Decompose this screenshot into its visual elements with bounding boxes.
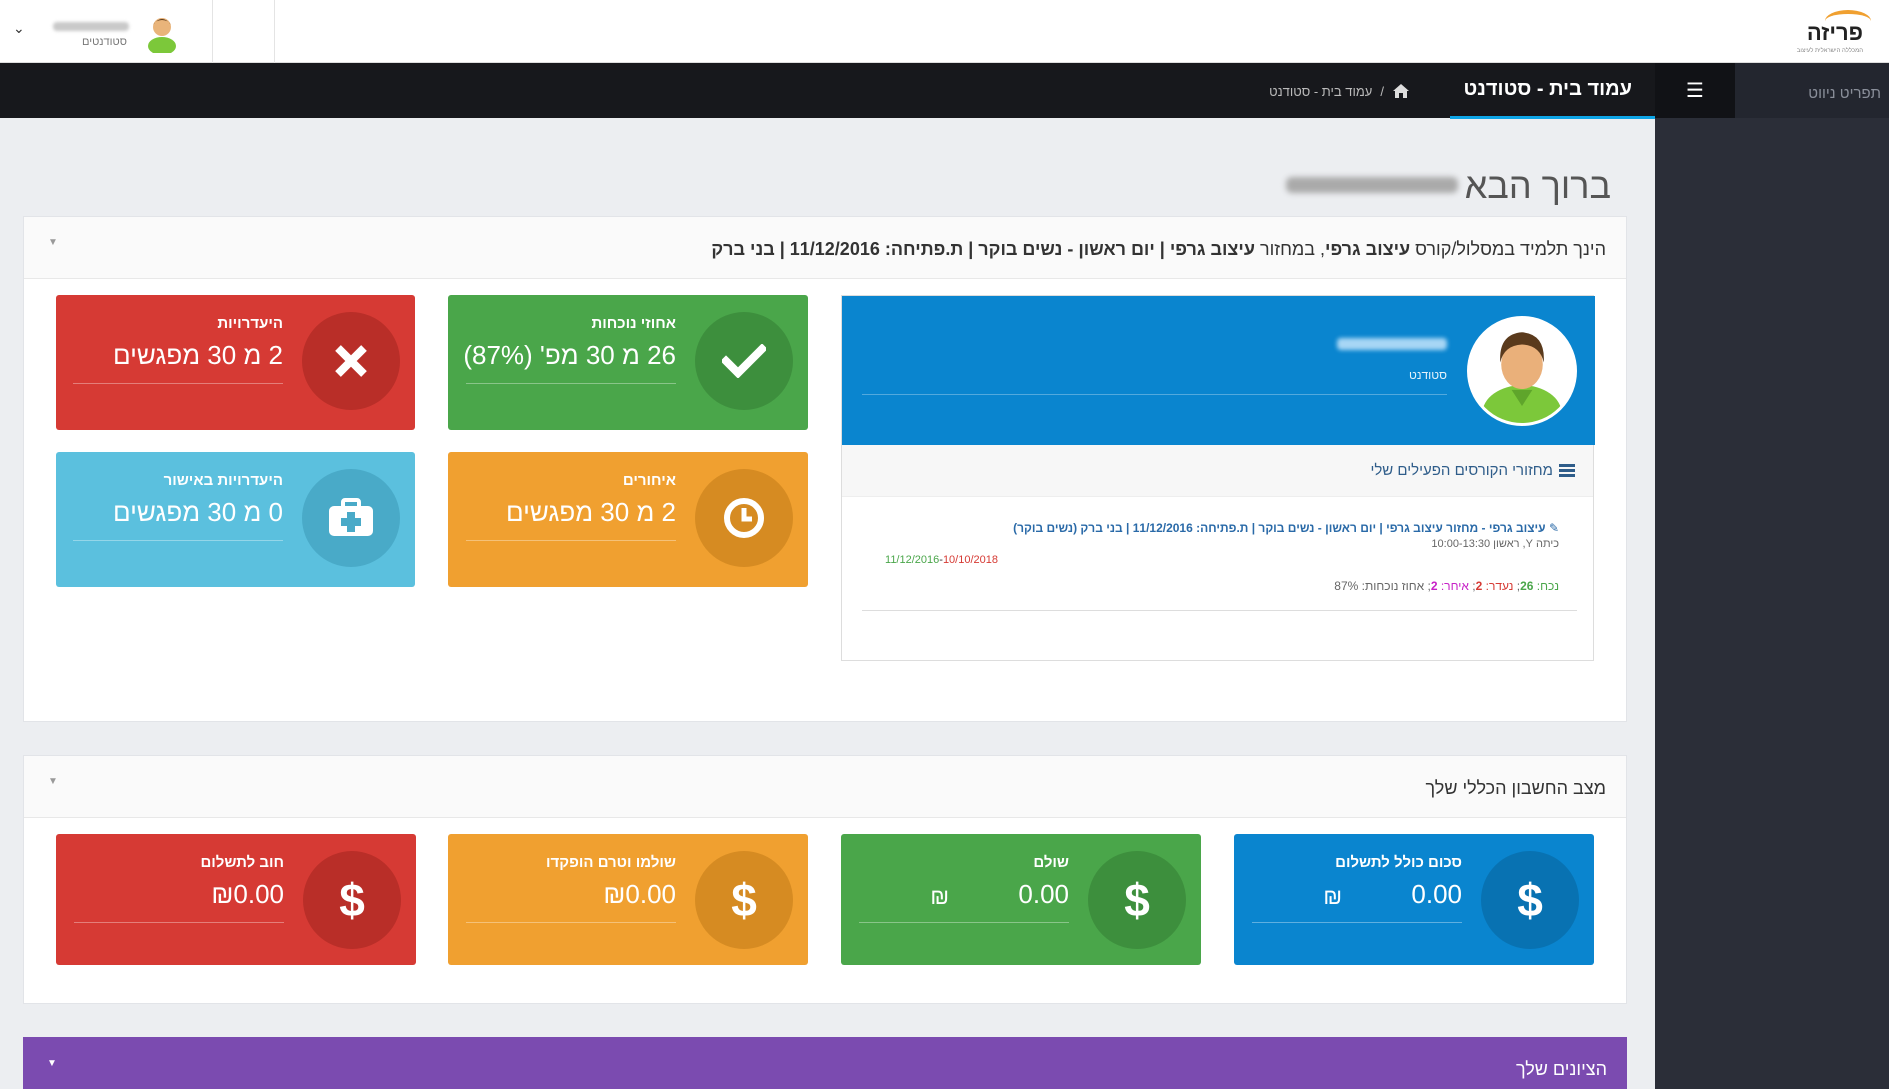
course-divider: [862, 610, 1577, 611]
tile-label: שולמו וטרם הופקדו: [546, 854, 676, 871]
profile-card: סטודנט מחזורי הקורסים הפעילים שלי ✎ עיצו…: [841, 295, 1595, 661]
tile-divider: [466, 383, 676, 384]
logo-swoosh: [1825, 10, 1871, 32]
courses-header: מחזורי הקורסים הפעילים שלי: [842, 445, 1593, 497]
paid-not-deposited-tile: $ שולמו וטרם הופקדו ₪0.00: [448, 834, 808, 965]
check-icon: [695, 312, 793, 410]
user-avatar-icon: [1470, 319, 1574, 423]
medical-kit-icon: [302, 469, 400, 567]
home-icon[interactable]: [1392, 83, 1410, 99]
tile-label: חוב לתשלום: [200, 854, 284, 871]
tile-currency: ₪: [930, 884, 949, 909]
tile-label: היעדרויות: [217, 315, 283, 332]
profile-header: סטודנט: [842, 296, 1595, 445]
grades-title: הציונים שלך: [1515, 1059, 1607, 1079]
sidebar: תפריט ניווט: [1655, 63, 1889, 1089]
tile-label: שולם: [1033, 854, 1069, 871]
page-title: עמוד בית - סטודנט: [1463, 78, 1632, 100]
breadcrumb-current[interactable]: עמוד בית - סטודנט: [1269, 84, 1372, 99]
avatar[interactable]: [146, 13, 178, 53]
approved-absences-tile: היעדרויות באישור 0 מ 30 מפגשים: [56, 452, 415, 587]
course-stats: נכח: 26; נעדר: 2; איחר: 2; אחוז נוכחות: …: [1334, 579, 1559, 593]
collapse-caret-icon[interactable]: ▼: [47, 1058, 57, 1069]
collapse-caret-icon[interactable]: ▼: [48, 237, 58, 248]
edit-icon[interactable]: ✎: [1549, 521, 1559, 535]
user-menu[interactable]: ⌄ סטודנטים: [0, 0, 275, 63]
x-icon: [302, 312, 400, 410]
tile-divider: [73, 540, 283, 541]
tile-label: סכום כולל לתשלום: [1335, 854, 1462, 871]
tile-label: אחוזי נוכחות: [591, 315, 676, 332]
welcome-heading: ברוך הבא: [1464, 165, 1611, 206]
hamburger-icon[interactable]: ☰: [1686, 78, 1704, 103]
welcome-name-redacted: [1286, 177, 1458, 193]
dollar-icon: $: [1481, 851, 1579, 949]
tile-divider: [466, 922, 676, 923]
tile-value: 0 מ 30 מפגשים: [113, 497, 283, 527]
sidebar-title: תפריט ניווט: [1808, 85, 1881, 102]
tile-divider: [74, 922, 284, 923]
tile-currency: ₪: [1323, 884, 1342, 909]
tile-divider: [73, 383, 283, 384]
course-schedule: כיתה Y, ראשון 10:00-13:30: [1431, 538, 1559, 550]
tile-value: 2 מ 30 מפגשים: [506, 497, 676, 527]
chevron-down-icon[interactable]: ⌄: [13, 20, 25, 37]
profile-role: סטודנט: [1409, 368, 1447, 382]
breadcrumb-separator: /: [1380, 83, 1384, 99]
dollar-icon: $: [1088, 851, 1186, 949]
debt-tile: $ חוב לתשלום ₪0.00: [56, 834, 416, 965]
logo-subtitle: המכללה הישראלית לעיצוב: [1796, 48, 1863, 54]
tile-value: ₪0.00: [211, 879, 284, 909]
absences-tile: היעדרויות 2 מ 30 מפגשים: [56, 295, 415, 430]
tile-divider: [466, 540, 676, 541]
tile-value: 2 מ 30 מפגשים: [113, 340, 283, 370]
menu-toggle-button[interactable]: ☰: [1655, 63, 1735, 118]
user-name-redacted: [53, 22, 129, 31]
lateness-tile: איחורים 2 מ 30 מפגשים: [448, 452, 808, 587]
tile-value: 0.00: [1411, 879, 1462, 909]
tile-label: איחורים: [622, 472, 676, 489]
logo[interactable]: פריזה המכללה הישראלית לעיצוב: [1797, 10, 1871, 54]
tile-value: 0.00: [1018, 879, 1069, 909]
total-due-tile: $ סכום כולל לתשלום 0.00 ₪: [1234, 834, 1594, 965]
page-titlebar: עמוד בית - סטודנט / עמוד בית - סטודנט: [0, 63, 1655, 119]
tile-divider: [1252, 922, 1462, 923]
profile-name-redacted: [1337, 338, 1447, 350]
dollar-icon: $: [303, 851, 401, 949]
attendance-percent-tile: אחוזי נוכחות 26 מ 30 מפ' (87%): [448, 295, 808, 430]
grades-panel-header: הציונים שלך ▼: [23, 1037, 1627, 1089]
account-title: מצב החשבון הכללי שלך: [1425, 778, 1606, 798]
tile-value: 26 מ 30 מפ' (87%): [463, 340, 676, 370]
dollar-icon: $: [695, 851, 793, 949]
profile-divider: [862, 394, 1447, 395]
title-underline: [1450, 116, 1655, 119]
breadcrumb: / עמוד בית - סטודנט: [1269, 83, 1410, 99]
tile-label: היעדרויות באישור: [163, 472, 283, 489]
top-header: פריזה המכללה הישראלית לעיצוב ⌄ סטודנטים: [0, 0, 1889, 63]
collapse-caret-icon[interactable]: ▼: [48, 776, 58, 787]
student-info-text: הינך תלמיד במסלול/קורס עיצוב גרפי, במחזו…: [711, 239, 1606, 259]
tile-divider: [859, 922, 1069, 923]
student-info-header: הינך תלמיד במסלול/קורס עיצוב גרפי, במחזו…: [24, 217, 1626, 279]
list-icon: [1559, 463, 1575, 477]
clock-icon: [695, 469, 793, 567]
header-divider: [212, 0, 213, 63]
course-link[interactable]: ✎ עיצוב גרפי - מחזור עיצוב גרפי | יום רא…: [1013, 521, 1559, 535]
account-header: מצב החשבון הכללי שלך ▼: [24, 756, 1626, 818]
courses-title: מחזורי הקורסים הפעילים שלי: [1370, 462, 1575, 479]
tile-value: ₪0.00: [603, 879, 676, 909]
paid-tile: $ שולם 0.00 ₪: [841, 834, 1201, 965]
user-role: סטודנטים: [82, 36, 127, 48]
profile-avatar: [1467, 316, 1577, 426]
course-dates: 11/12/2016-10/10/2018: [885, 554, 998, 566]
